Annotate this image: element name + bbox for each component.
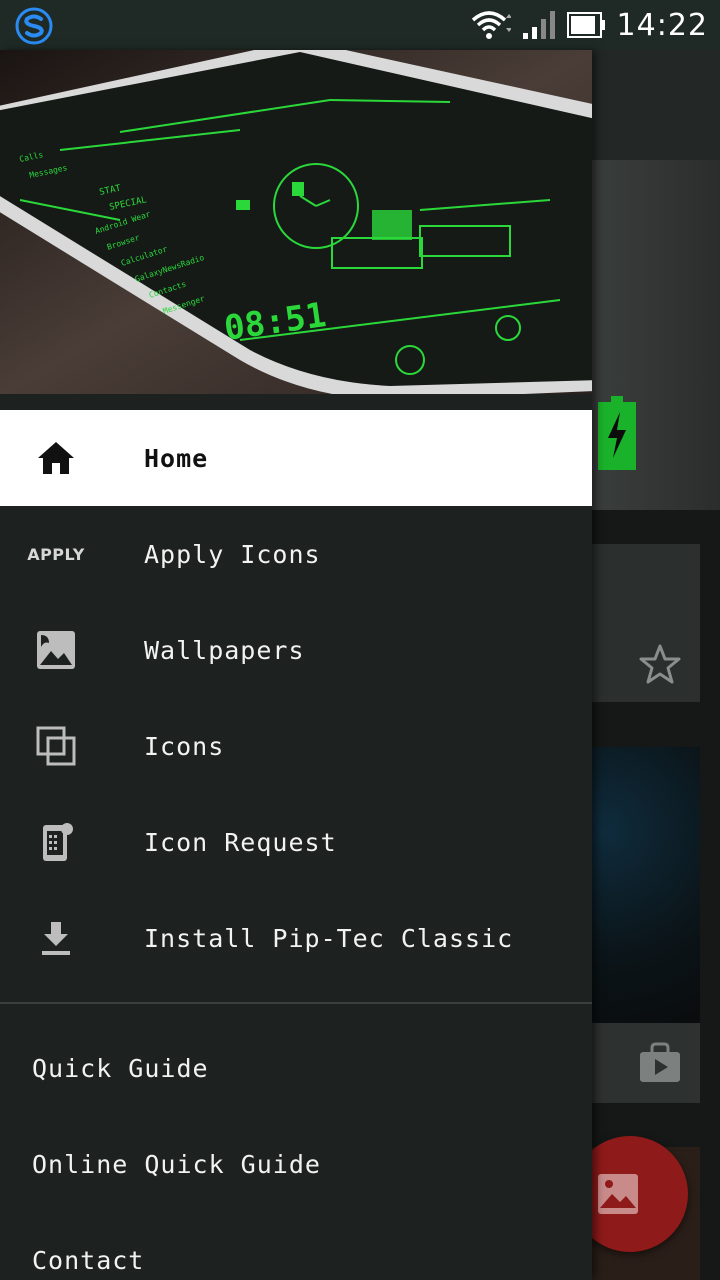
menu-item-icons[interactable]: Icons	[0, 698, 592, 794]
background-card	[592, 160, 720, 510]
menu-item-label: Contact	[32, 1245, 145, 1275]
menu-item-label: Install Pip-Tec Classic	[144, 923, 514, 953]
menu-item-icon-request[interactable]: Icon Request	[0, 794, 592, 890]
apply-icon: APPLY	[27, 530, 84, 578]
menu-item-online-quick-guide[interactable]: Online Quick Guide	[0, 1116, 592, 1212]
star-icon[interactable]	[638, 642, 682, 686]
menu-item-apply-icons[interactable]: APPLY Apply Icons	[0, 506, 592, 602]
menu-item-wallpapers[interactable]: Wallpapers	[0, 602, 592, 698]
phone-preview-image: 08:51 STAT SPECIAL Messages Calls Androi…	[0, 50, 592, 394]
menu-item-label: Quick Guide	[32, 1053, 209, 1083]
menu-item-label: Wallpapers	[144, 635, 305, 665]
wallpaper-icon	[32, 626, 80, 674]
image-icon	[598, 1174, 638, 1214]
navigation-drawer: 08:51 STAT SPECIAL Messages Calls Androi…	[0, 50, 592, 1280]
play-store-icon[interactable]	[638, 1042, 682, 1084]
menu-item-label: Icon Request	[144, 827, 337, 857]
drawer-header-image: 08:51 STAT SPECIAL Messages Calls Androi…	[0, 50, 592, 394]
apply-icon-text: APPLY	[27, 544, 85, 564]
menu-item-label: Icons	[144, 731, 225, 761]
menu-item-quick-guide[interactable]: Quick Guide	[0, 1020, 592, 1116]
menu-item-label: Apply Icons	[144, 539, 321, 569]
menu-item-install-pip-tec-classic[interactable]: Install Pip-Tec Classic	[0, 890, 592, 986]
icons-stack-icon	[32, 722, 80, 770]
menu-item-label: Home	[144, 443, 209, 473]
home-icon	[32, 434, 80, 482]
icon-request-icon	[32, 818, 80, 866]
background-toolbar	[592, 50, 720, 160]
menu-item-label: Online Quick Guide	[32, 1149, 321, 1179]
app-logo-icon	[15, 7, 53, 45]
battery-charging-icon	[598, 396, 636, 470]
status-time: 14:22	[616, 7, 708, 43]
background-app	[592, 50, 720, 1280]
menu-item-contact[interactable]: Contact	[0, 1212, 592, 1280]
menu-item-home[interactable]: Home	[0, 410, 592, 506]
signal-icon	[522, 11, 555, 39]
download-icon	[32, 914, 80, 962]
battery-icon	[566, 12, 605, 38]
wifi-icon	[471, 11, 511, 39]
background-card	[592, 747, 700, 1023]
status-bar: 14:22	[0, 0, 720, 50]
drawer-divider	[0, 1002, 592, 1004]
